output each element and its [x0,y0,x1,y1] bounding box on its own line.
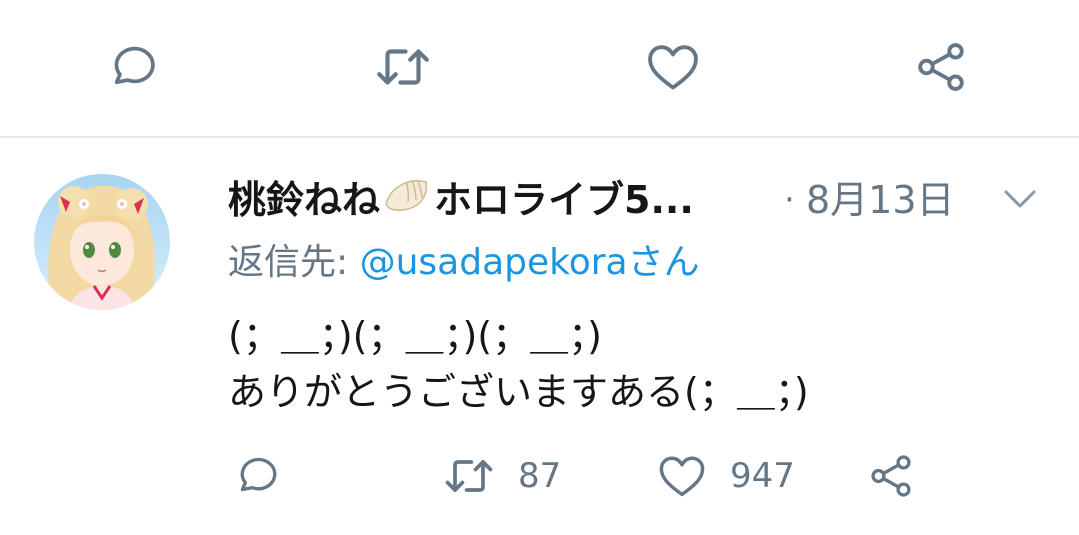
dumpling-icon [382,174,432,231]
like-icon [648,45,698,90]
share-button[interactable] [908,34,974,100]
more-menu-button[interactable] [1000,186,1040,216]
reply-prefix: 返信先: [228,242,360,283]
tweet-action-bar: 87 947 [0,446,1079,506]
tweet-text-line-2: ありがとうございますある(；＿；) [228,370,809,414]
tweet-text: (；＿；)(；＿；)(；＿；) ありがとうございますある(；＿；) [228,308,809,420]
like-count: 947 [730,456,795,496]
share-icon [871,455,911,497]
like-button[interactable] [640,34,706,100]
tweet-date[interactable]: 8月13日 [806,172,955,228]
reply-handle-suffix[interactable]: さん [628,242,700,283]
separator-dot: · [784,180,795,220]
retweet-button[interactable] [436,448,502,504]
share-button[interactable] [862,448,920,504]
reply-button[interactable] [100,34,166,100]
reply-button[interactable] [228,448,286,504]
display-name: 桃鈴ねね [228,178,381,222]
previous-tweet-action-bar [0,0,1079,136]
retweet-icon [377,49,429,85]
divider [0,136,1079,138]
author-name[interactable]: 桃鈴ねね ホロライブ5... [228,172,694,231]
like-icon [659,456,705,497]
tweet-text-line-1: (；＿；)(；＿；)(；＿；) [228,314,602,358]
reply-icon [240,457,277,492]
avatar[interactable] [34,174,170,310]
reply-context: 返信先: @usadapekoraさん [228,236,700,290]
display-name-suffix: ホロライブ5... [434,178,694,222]
like-button[interactable] [652,448,712,504]
retweet-button[interactable] [370,34,436,100]
share-icon [918,43,964,91]
tweet-header: 桃鈴ねね ホロライブ5... · 8月13日 [228,172,1068,232]
retweet-icon [445,460,493,492]
reply-icon [114,46,155,85]
reply-handle-link[interactable]: @usadapekora [360,242,628,283]
chevron-down-icon [1004,190,1036,208]
retweet-count: 87 [518,456,562,496]
